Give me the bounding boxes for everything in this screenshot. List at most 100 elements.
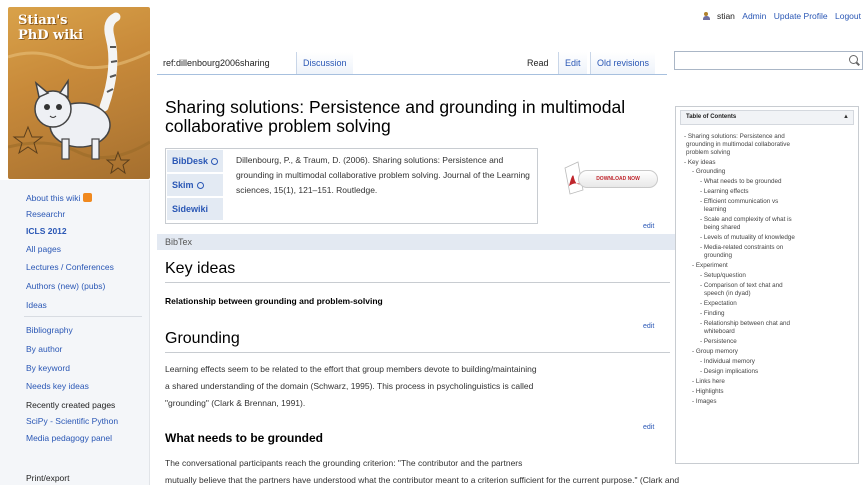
heading-divider xyxy=(165,282,670,283)
toc-item[interactable]: - Relationship between chat and xyxy=(700,320,790,328)
toc-collapse-icon[interactable]: ▲ xyxy=(843,111,849,124)
toc-item[interactable]: speech (in dyad) xyxy=(704,290,751,298)
toc-item[interactable]: problem solving xyxy=(686,149,730,157)
heading-key-ideas: Key ideas xyxy=(165,260,236,277)
tab-page[interactable]: ref:dillenbourg2006sharing xyxy=(157,52,276,74)
sidebar-item-by-keyword[interactable]: By keyword xyxy=(26,363,70,373)
toc-item[interactable]: - Levels of mutuality of knowledge xyxy=(700,234,795,242)
paragraph-line: "grounding" (Clark & Brennan, 1991). xyxy=(165,398,306,408)
toc-item[interactable]: - Group memory xyxy=(692,348,738,356)
edit-link[interactable]: edit xyxy=(643,424,654,431)
sidebar-item-lectures[interactable]: Lectures / Conferences xyxy=(26,262,114,272)
toc-title: Table of Contents xyxy=(686,114,737,120)
page-title-line1: Sharing solutions: Persistence and groun… xyxy=(165,97,626,117)
toc-item[interactable]: grounding in multimodal collaborative xyxy=(686,141,790,149)
rss-icon[interactable] xyxy=(83,193,93,202)
username[interactable]: stian xyxy=(717,11,735,21)
sidebar-divider xyxy=(24,316,142,317)
toc-item[interactable]: whiteboard xyxy=(704,328,735,336)
logo-text-line2: PhD wiki xyxy=(18,28,84,43)
toc-item[interactable]: - Comparison of text chat and xyxy=(700,282,783,290)
paragraph-line: The conversational participants reach th… xyxy=(165,458,523,468)
logo-text: Stian's PhD wiki xyxy=(18,13,83,43)
download-now-label: DOWNLOAD NOW xyxy=(578,170,658,188)
toc-item[interactable]: - Media-related constraints on xyxy=(700,244,783,252)
search-icon[interactable] xyxy=(849,55,858,64)
user-icon xyxy=(702,12,710,20)
sidebar-item-researchr[interactable]: Researchr xyxy=(26,209,65,219)
heading-grounding: Grounding xyxy=(165,330,240,347)
paragraph-line: mutually believe that the partners have … xyxy=(165,475,680,485)
update-profile-link[interactable]: Update Profile xyxy=(774,11,828,21)
bibdesk-label: BibDesk xyxy=(172,156,209,166)
external-link-icon xyxy=(196,182,204,189)
tab-old-revisions[interactable]: Old revisions xyxy=(590,52,656,74)
citation-box: BibDesk Skim Sidewiki Dillenbourg, P., &… xyxy=(165,148,538,224)
sidebar-item-recently-created[interactable]: Recently created pages xyxy=(26,400,115,410)
toc-item[interactable]: - Efficient communication vs xyxy=(700,198,778,206)
sidebar-item-authors[interactable]: Authors (new) (pubs) xyxy=(26,281,105,291)
admin-link[interactable]: Admin xyxy=(742,11,766,21)
sidebar-item-about[interactable]: About this wiki xyxy=(26,193,93,203)
edit-link[interactable]: edit xyxy=(643,223,654,230)
toc-item[interactable]: learning xyxy=(704,206,726,214)
toc-item[interactable]: - Expectation xyxy=(700,300,737,308)
sidebar-item-label: About this wiki xyxy=(26,193,81,203)
toc-item[interactable]: - Experiment xyxy=(692,262,728,270)
sidebar-item-media-pedagogy[interactable]: Media pedagogy panel xyxy=(26,433,112,443)
download-pdf-button[interactable]: DOWNLOAD NOW xyxy=(562,160,658,196)
heading-what-needs-grounded: What needs to be grounded xyxy=(165,431,323,445)
toc-item[interactable]: - Sharing solutions: Persistence and xyxy=(684,133,785,141)
page-title-line2: collaborative problem solving xyxy=(165,116,391,136)
sidebar-item-bibliography[interactable]: Bibliography xyxy=(26,325,73,335)
sidebar-item-needs-key-ideas[interactable]: Needs key ideas xyxy=(26,381,89,391)
what-paragraph: The conversational participants reach th… xyxy=(165,455,679,485)
sidebar: About this wiki Researchr ICLS 2012 All … xyxy=(0,180,150,485)
tab-read[interactable]: Read xyxy=(521,52,555,74)
tab-discussion[interactable]: Discussion xyxy=(296,52,353,74)
bibdesk-button[interactable]: BibDesk xyxy=(167,150,223,173)
user-bar: stian Admin Update Profile Logout xyxy=(698,11,861,21)
logo-text-line1: Stian's xyxy=(18,13,68,28)
toc-item[interactable]: - Links here xyxy=(692,378,725,386)
toc-item[interactable]: - Key ideas xyxy=(684,159,716,167)
toc-item[interactable]: - Persistence xyxy=(700,338,737,346)
sidewiki-button[interactable]: Sidewiki xyxy=(167,198,223,221)
search-input[interactable] xyxy=(674,51,863,70)
tabs-underline xyxy=(157,74,667,75)
skim-label: Skim xyxy=(172,180,194,190)
toc-item[interactable]: - Images xyxy=(692,398,717,406)
skim-button[interactable]: Skim xyxy=(167,174,223,197)
toc-item[interactable]: - Design implications xyxy=(700,368,758,376)
toc-item[interactable]: grounding xyxy=(704,252,732,260)
toc-item[interactable]: - Scale and complexity of what is xyxy=(700,216,792,224)
toc-item[interactable]: - Highlights xyxy=(692,388,724,396)
sidebar-item-print-export[interactable]: Print/export xyxy=(26,473,69,483)
sidebar-item-icls[interactable]: ICLS 2012 xyxy=(26,226,67,236)
sidebar-item-all-pages[interactable]: All pages xyxy=(26,244,61,254)
wiki-logo[interactable]: Stian's PhD wiki xyxy=(8,7,150,179)
paragraph-line: a shared understanding of the domain (Sc… xyxy=(165,381,534,391)
grounding-paragraph: Learning effects seem to be related to t… xyxy=(165,361,537,412)
toc-item[interactable]: - Individual memory xyxy=(700,358,755,366)
heading-divider xyxy=(165,352,670,353)
tab-edit[interactable]: Edit xyxy=(558,52,587,74)
sidebar-item-by-author[interactable]: By author xyxy=(26,344,62,354)
external-link-icon xyxy=(211,158,219,165)
toc-item[interactable]: - Learning effects xyxy=(700,188,749,196)
toc-item[interactable]: - Setup/question xyxy=(700,272,746,280)
page-title: Sharing solutions: Persistence and groun… xyxy=(165,98,665,136)
citation-text: Dillenbourg, P., & Traum, D. (2006). Sha… xyxy=(236,155,530,195)
edit-link[interactable]: edit xyxy=(643,323,654,330)
toc-header[interactable]: Table of Contents ▲ xyxy=(680,110,854,125)
key-idea-text: Relationship between grounding and probl… xyxy=(165,296,383,306)
toc-item[interactable]: - What needs to be grounded xyxy=(700,178,782,186)
logout-link[interactable]: Logout xyxy=(835,11,861,21)
table-of-contents: Table of Contents ▲ - Sharing solutions:… xyxy=(675,106,859,464)
paragraph-line: Learning effects seem to be related to t… xyxy=(165,364,537,374)
toc-item[interactable]: - Grounding xyxy=(692,168,725,176)
sidebar-item-ideas[interactable]: Ideas xyxy=(26,300,47,310)
toc-item[interactable]: being shared xyxy=(704,224,740,232)
toc-item[interactable]: - Finding xyxy=(700,310,725,318)
sidebar-item-scipy[interactable]: SciPy - Scientific Python xyxy=(26,416,118,426)
